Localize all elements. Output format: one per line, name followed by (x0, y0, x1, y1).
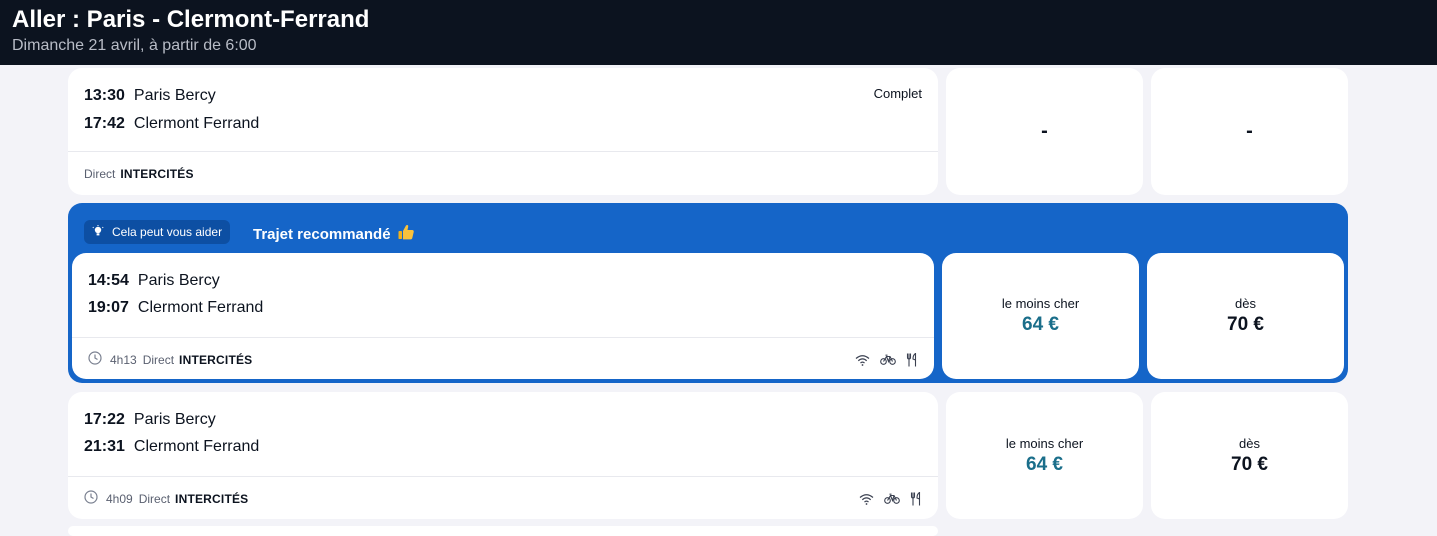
trip-services (855, 352, 918, 367)
trip-services (859, 491, 922, 506)
help-badge: Cela peut vous aider (84, 220, 231, 244)
fare-option-1[interactable]: le moins cher 64 € (946, 392, 1143, 519)
recommended-title: Trajet recommandé (253, 223, 415, 245)
fare-label: dès (1235, 296, 1256, 311)
departure-station: Paris Bercy (133, 411, 216, 428)
trip-type: Direct (84, 167, 116, 181)
trip-card[interactable]: 14:54 Paris Bercy 19:07 Clermont Ferrand… (72, 253, 934, 379)
thumbs-up-icon (397, 223, 415, 245)
arrival-time: 17:42 (84, 115, 125, 132)
arrival-row: 17:42 Clermont Ferrand (84, 115, 259, 133)
lightbulb-icon (92, 224, 104, 240)
fare-price: 64 € (1026, 453, 1063, 475)
fare-option-1[interactable]: - (946, 68, 1143, 195)
restaurant-icon (906, 352, 918, 367)
fare-price: 70 € (1227, 314, 1264, 335)
divider (68, 151, 938, 152)
page-subtitle: Dimanche 21 avril, à partir de 6:00 (12, 37, 257, 54)
trip-type: Direct (142, 352, 175, 367)
departure-row: 17:22 Paris Bercy (84, 411, 216, 429)
divider (72, 337, 934, 338)
fare-option-2[interactable]: - (1151, 68, 1348, 195)
divider (68, 476, 938, 477)
next-trip-card-edge (68, 526, 938, 536)
fare-unavailable: - (1041, 120, 1048, 142)
recommended-trip-panel: Cela peut vous aider Trajet recommandé 1… (68, 203, 1348, 383)
departure-time: 14:54 (88, 272, 129, 289)
carrier-name: INTERCITÉS (179, 352, 253, 367)
arrival-time: 21:31 (84, 438, 125, 455)
fare-option-2[interactable]: dès 70 € (1147, 253, 1344, 379)
fare-label: dès (1239, 435, 1260, 451)
recommended-title-text: Trajet recommandé (253, 225, 391, 243)
trip-duration: 4h09 (106, 491, 133, 506)
arrival-row: 19:07 Clermont Ferrand (88, 299, 263, 317)
fare-price: 64 € (1022, 314, 1059, 335)
clock-icon (84, 490, 98, 507)
arrival-station: Clermont Ferrand (137, 299, 264, 316)
fare-option-2[interactable]: dès 70 € (1151, 392, 1348, 519)
wifi-icon (859, 493, 874, 505)
restaurant-icon (910, 491, 922, 506)
fare-price: 70 € (1231, 453, 1268, 475)
fare-unavailable: - (1246, 120, 1253, 142)
bike-icon (880, 354, 896, 365)
departure-time: 17:22 (84, 411, 125, 428)
fare-label: le moins cher (1001, 296, 1080, 311)
trip-card[interactable]: 13:30 Paris Bercy 17:42 Clermont Ferrand… (68, 68, 938, 195)
status-badge: Complet (873, 86, 922, 101)
trip-footer: 4h09 Direct INTERCITÉS (84, 490, 922, 507)
trip-duration: 4h13 (110, 352, 137, 367)
arrival-row: 21:31 Clermont Ferrand (84, 438, 259, 456)
wifi-icon (855, 354, 870, 366)
page-title: Aller : Paris - Clermont-Ferrand (12, 6, 370, 33)
page-header: Aller : Paris - Clermont-Ferrand Dimanch… (0, 0, 1437, 65)
departure-row: 14:54 Paris Bercy (88, 272, 220, 290)
trip-type: Direct (138, 491, 171, 506)
departure-station: Paris Bercy (133, 87, 216, 104)
departure-row: 13:30 Paris Bercy (84, 87, 216, 105)
arrival-station: Clermont Ferrand (133, 115, 260, 132)
carrier-name: INTERCITÉS (175, 491, 249, 506)
clock-icon (88, 351, 102, 368)
fare-option-1[interactable]: le moins cher 64 € (942, 253, 1139, 379)
departure-time: 13:30 (84, 87, 125, 104)
help-badge-label: Cela peut vous aider (112, 225, 223, 239)
arrival-station: Clermont Ferrand (133, 438, 260, 455)
departure-station: Paris Bercy (137, 272, 220, 289)
trip-card[interactable]: 17:22 Paris Bercy 21:31 Clermont Ferrand… (68, 392, 938, 519)
trip-footer: Direct INTERCITÉS (84, 167, 922, 181)
arrival-time: 19:07 (88, 299, 129, 316)
fare-label: le moins cher (1005, 435, 1084, 451)
trip-footer: 4h13 Direct INTERCITÉS (88, 351, 918, 368)
carrier-name: INTERCITÉS (120, 167, 194, 181)
bike-icon (884, 493, 900, 504)
